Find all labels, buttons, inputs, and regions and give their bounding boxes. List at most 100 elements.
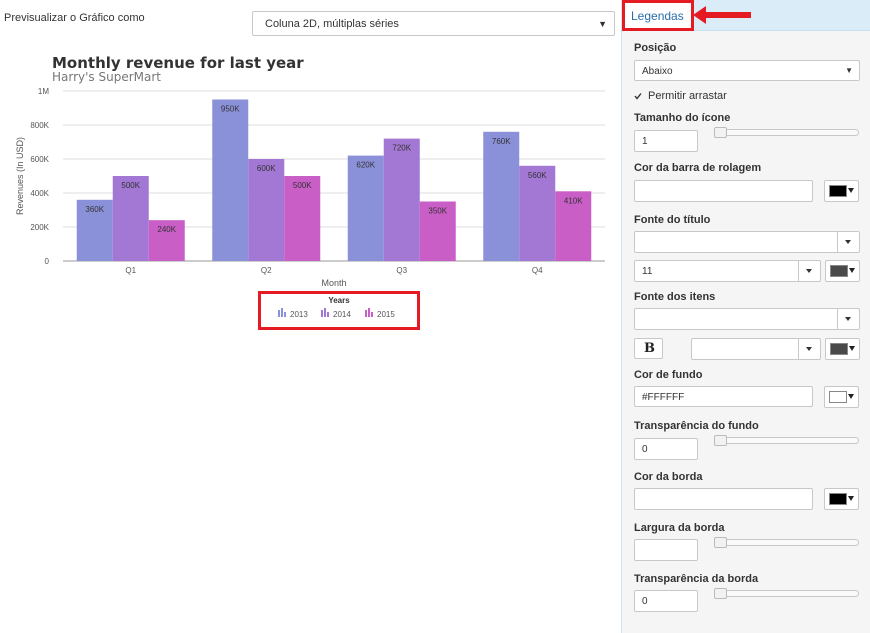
chevron-down-icon	[848, 188, 854, 193]
chart-preview-pane: Previsualizar o Gráfico como Coluna 2D, …	[0, 0, 621, 633]
tab-legendas-label: Legendas	[631, 9, 684, 23]
data-label: 500K	[293, 181, 312, 190]
bg-alpha-slider-handle[interactable]	[714, 435, 727, 446]
icon-size-value: 1	[642, 136, 648, 147]
tab-legendas[interactable]: Legendas	[622, 0, 694, 31]
position-label: Posição	[634, 42, 677, 54]
bar-2014-Q4	[519, 165, 556, 261]
border-width-label: Largura da borda	[634, 522, 725, 534]
bg-color-value: #FFFFFF	[642, 392, 685, 403]
data-label: 240K	[157, 225, 176, 234]
border-alpha-value: 0	[642, 596, 648, 607]
chart-type-select[interactable]: Coluna 2D, múltiplas séries ▼	[252, 11, 615, 36]
position-select[interactable]: Abaixo ▼	[634, 60, 860, 81]
y-tick-label: 600K	[30, 155, 49, 164]
data-label: 350K	[428, 207, 447, 216]
border-alpha-label: Transparência da borda	[634, 573, 759, 585]
allow-drag-checkbox[interactable]	[634, 91, 642, 100]
data-label: 600K	[257, 164, 276, 173]
bg-alpha-slider[interactable]	[714, 437, 859, 444]
chart-type-value: Coluna 2D, múltiplas séries	[265, 18, 399, 30]
x-tick-label: Q2	[261, 266, 272, 275]
x-axis-title: Month	[321, 278, 346, 288]
bg-alpha-label: Transparência do fundo	[634, 420, 759, 432]
y-tick-label: 800K	[30, 121, 49, 130]
bar-2013-Q2	[212, 99, 249, 261]
chevron-down-icon	[848, 496, 854, 501]
chevron-down-icon	[849, 346, 855, 351]
x-tick-label: Q4	[532, 266, 543, 275]
title-font-color-picker[interactable]	[825, 260, 860, 282]
chevron-down-icon	[837, 232, 859, 252]
icon-size-input[interactable]: 1	[634, 130, 698, 152]
scrollbar-color-picker[interactable]	[824, 180, 859, 202]
data-label: 500K	[121, 181, 140, 190]
bold-toggle-button[interactable]: B	[634, 338, 663, 359]
y-tick-label: 1M	[38, 87, 49, 96]
item-font-color-picker[interactable]	[825, 338, 860, 360]
border-alpha-slider-handle[interactable]	[714, 588, 727, 599]
data-label: 360K	[85, 205, 104, 214]
chevron-down-icon	[798, 339, 820, 359]
title-font-size-select[interactable]: 11	[634, 260, 821, 282]
bar-2013-Q4	[483, 131, 520, 261]
bold-icon: B	[644, 341, 655, 356]
y-tick-label: 200K	[30, 223, 49, 232]
title-font-size-value: 11	[642, 266, 653, 277]
bg-color-input[interactable]: #FFFFFF	[634, 386, 813, 407]
border-width-slider-handle[interactable]	[714, 537, 727, 548]
icon-size-label: Tamanho do ícone	[634, 112, 731, 124]
x-tick-label: Q1	[125, 266, 136, 275]
border-alpha-input[interactable]: 0	[634, 590, 698, 612]
item-font-size-select[interactable]	[691, 338, 821, 360]
icon-size-slider-handle[interactable]	[714, 127, 727, 138]
legend-settings-panel: Legendas Posição Abaixo ▼ Permitir arras…	[621, 0, 870, 633]
border-color-input[interactable]	[634, 488, 813, 510]
color-chip	[830, 343, 848, 355]
chevron-down-icon	[798, 261, 820, 281]
legend-highlight-box	[258, 291, 420, 330]
title-font-label: Fonte do título	[634, 214, 711, 226]
data-label: 560K	[528, 171, 547, 180]
chevron-down-icon: ▼	[598, 19, 607, 29]
data-label: 620K	[356, 161, 375, 170]
border-width-slider[interactable]	[714, 539, 859, 546]
item-font-label: Fonte dos itens	[634, 291, 716, 303]
preview-label: Previsualizar o Gráfico como	[4, 12, 145, 24]
data-label: 760K	[492, 137, 511, 146]
bar-2013-Q3	[347, 155, 384, 261]
icon-size-slider[interactable]	[714, 129, 859, 136]
chevron-down-icon	[837, 309, 859, 329]
position-value: Abaixo	[642, 66, 673, 77]
item-font-family-select[interactable]	[634, 308, 860, 330]
bar-2014-Q3	[383, 138, 420, 261]
x-tick-label: Q3	[396, 266, 407, 275]
border-alpha-slider[interactable]	[714, 590, 859, 597]
y-tick-label: 400K	[30, 189, 49, 198]
chevron-down-icon	[848, 394, 854, 399]
chevron-down-icon: ▼	[845, 66, 853, 75]
scrollbar-color-label: Cor da barra de rolagem	[634, 162, 762, 174]
color-chip	[829, 391, 847, 403]
chevron-down-icon	[849, 268, 855, 273]
red-arrow-annotation	[693, 6, 751, 24]
border-color-label: Cor da borda	[634, 471, 703, 483]
bg-color-label: Cor de fundo	[634, 369, 703, 381]
bg-alpha-input[interactable]: 0	[634, 438, 698, 460]
y-tick-label: 0	[45, 257, 50, 266]
color-chip	[829, 185, 847, 197]
border-color-picker[interactable]	[824, 488, 859, 510]
scrollbar-color-input[interactable]	[634, 180, 813, 202]
data-label: 720K	[392, 144, 411, 153]
bg-color-picker[interactable]	[824, 386, 859, 408]
color-chip	[829, 493, 847, 505]
data-label: 950K	[221, 105, 240, 114]
allow-drag-label: Permitir arrastar	[648, 90, 727, 102]
y-axis-title: Revenues (In USD)	[15, 137, 25, 215]
data-label: 410K	[564, 196, 583, 205]
title-font-family-select[interactable]	[634, 231, 860, 253]
bg-alpha-value: 0	[642, 444, 648, 455]
color-chip	[830, 265, 848, 277]
border-width-input[interactable]	[634, 539, 698, 561]
bar-2014-Q2	[248, 159, 285, 261]
